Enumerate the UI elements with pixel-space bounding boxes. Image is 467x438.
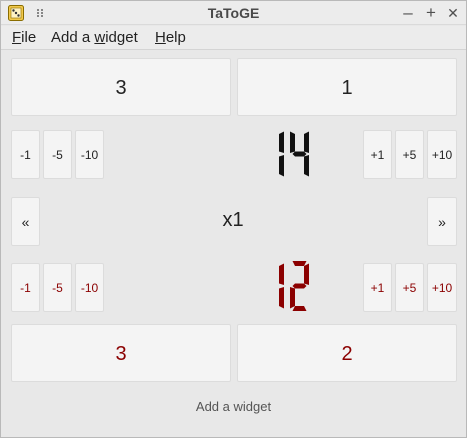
player2-plus-1-button[interactable]: +1 [363, 263, 392, 312]
maximize-button[interactable]: + [421, 3, 441, 23]
player2-plus-10-button[interactable]: +10 [427, 263, 457, 312]
close-button[interactable]: ✕ [443, 3, 463, 23]
player2-score-digit-1-segment-e [290, 287, 295, 309]
player1-score-digit-0-segment-b [279, 131, 284, 153]
player1-score-digit-0-segment-c [279, 155, 284, 177]
menu-file[interactable]: File [12, 29, 36, 46]
player2-score-digit-0-segment-b [279, 263, 284, 285]
player1-plus-1-button[interactable]: +1 [363, 130, 392, 179]
add-widget-button[interactable]: Add a widget [1, 399, 466, 414]
player2-score-digit-1-segment-g [292, 283, 307, 289]
player1-minus-5-button[interactable]: -5 [43, 130, 72, 179]
player1-plus-10-button[interactable]: +10 [427, 130, 457, 179]
multiplier-value: x1 [222, 209, 244, 231]
title-bar[interactable]: TaToGE – + ✕ [1, 1, 466, 25]
menu-bar: File Add a widget Help [1, 26, 466, 50]
menu-help[interactable]: Help [155, 29, 186, 46]
player2-score-display [279, 261, 309, 311]
bottom-counter-left[interactable]: 3 [11, 324, 231, 382]
player1-score-digit-1-segment-c [304, 155, 309, 177]
player2-score-digit-1-segment-a [292, 261, 307, 266]
player2-score-digit-1-segment-b [304, 263, 309, 285]
player1-minus-10-button[interactable]: -10 [75, 130, 104, 179]
app-window: TaToGE – + ✕ File Add a widget Help 3 1 … [0, 0, 467, 438]
player2-minus-5-button[interactable]: -5 [43, 263, 72, 312]
bottom-counter-right[interactable]: 2 [237, 324, 457, 382]
player1-score-digit-1-segment-f [290, 131, 295, 153]
top-counter-left[interactable]: 3 [11, 58, 231, 116]
menu-add-widget[interactable]: Add a widget [51, 29, 138, 46]
player2-minus-1-button[interactable]: -1 [11, 263, 40, 312]
player1-minus-1-button[interactable]: -1 [11, 130, 40, 179]
player1-plus-5-button[interactable]: +5 [395, 130, 424, 179]
player2-plus-5-button[interactable]: +5 [395, 263, 424, 312]
top-counter-right[interactable]: 1 [237, 58, 457, 116]
player1-score-digit-1-segment-g [292, 151, 307, 157]
minimize-button[interactable]: – [398, 3, 418, 23]
player1-score-display [279, 131, 309, 177]
window-title: TaToGE [207, 5, 260, 21]
player2-score-digit-1-segment-d [292, 306, 307, 311]
player2-minus-10-button[interactable]: -10 [75, 263, 104, 312]
player1-score-digit-1-segment-b [304, 131, 309, 153]
multiplier-next-button[interactable]: » [427, 197, 457, 246]
player2-score-digit-0-segment-c [279, 287, 284, 309]
multiplier-prev-button[interactable]: « [11, 197, 40, 246]
